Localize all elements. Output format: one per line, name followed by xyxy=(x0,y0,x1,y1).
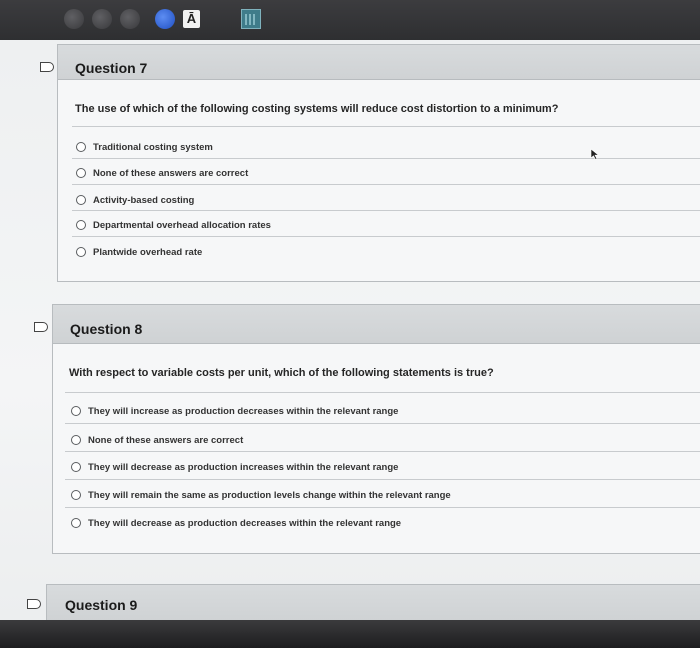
option-label: They will decrease as production decreas… xyxy=(88,517,402,529)
answer-option[interactable]: Activity-based costing xyxy=(76,192,194,208)
app-icon[interactable] xyxy=(120,9,140,29)
divider xyxy=(65,392,700,393)
option-label: They will decrease as production increas… xyxy=(88,461,399,473)
radio-button[interactable] xyxy=(71,462,81,472)
question-header: Question 8 xyxy=(53,305,700,344)
flag-question-icon[interactable] xyxy=(34,322,48,332)
divider xyxy=(65,507,700,508)
answer-option[interactable]: None of these answers are correct xyxy=(71,432,243,448)
mouse-cursor-icon xyxy=(590,148,600,160)
question-7-block: Question 7 The use of which of the follo… xyxy=(57,44,700,282)
radio-button[interactable] xyxy=(71,490,81,500)
screen-bezel xyxy=(0,620,700,648)
question-prompt: With respect to variable costs per unit,… xyxy=(69,367,494,379)
question-prompt: The use of which of the following costin… xyxy=(75,103,559,115)
radio-button[interactable] xyxy=(76,142,86,152)
divider xyxy=(72,126,700,127)
divider xyxy=(65,423,700,424)
divider xyxy=(72,158,700,159)
question-8-block: Question 8 With respect to variable cost… xyxy=(52,304,700,554)
option-label: Activity-based costing xyxy=(93,194,195,206)
answer-option[interactable]: None of these answers are correct xyxy=(76,165,248,181)
question-title: Question 9 xyxy=(65,597,138,613)
answer-option[interactable]: They will decrease as production decreas… xyxy=(71,515,401,531)
option-label: They will increase as production decreas… xyxy=(88,405,399,417)
divider xyxy=(72,236,700,237)
answer-option[interactable]: They will decrease as production increas… xyxy=(71,459,398,475)
question-header: Question 9 xyxy=(47,585,700,621)
divider xyxy=(72,184,700,185)
question-9-block: Question 9 xyxy=(46,584,700,621)
question-title: Question 7 xyxy=(75,60,148,76)
question-header: Question 7 xyxy=(58,45,700,80)
radio-button[interactable] xyxy=(71,518,81,528)
app-icon[interactable] xyxy=(92,9,112,29)
option-label: Traditional costing system xyxy=(93,141,213,153)
divider xyxy=(65,479,700,480)
flag-question-icon[interactable] xyxy=(27,599,41,609)
option-label: Plantwide overhead rate xyxy=(93,246,203,258)
option-label: Departmental overhead allocation rates xyxy=(93,219,271,231)
option-label: They will remain the same as production … xyxy=(88,489,451,501)
answer-option[interactable]: Departmental overhead allocation rates xyxy=(76,217,271,233)
question-title: Question 8 xyxy=(70,321,143,337)
blue-app-icon[interactable] xyxy=(155,9,175,29)
radio-button[interactable] xyxy=(76,168,86,178)
calculator-icon[interactable] xyxy=(241,9,261,29)
answer-option[interactable]: They will increase as production decreas… xyxy=(71,403,398,419)
answer-option[interactable]: They will remain the same as production … xyxy=(71,487,451,503)
divider xyxy=(65,451,700,452)
flag-question-icon[interactable] xyxy=(40,62,54,72)
app-icon[interactable] xyxy=(64,9,84,29)
radio-button[interactable] xyxy=(76,220,86,230)
text-a-icon[interactable]: Ā xyxy=(183,10,200,28)
radio-button[interactable] xyxy=(76,247,86,257)
radio-button[interactable] xyxy=(71,406,81,416)
radio-button[interactable] xyxy=(76,195,86,205)
option-label: None of these answers are correct xyxy=(88,434,244,446)
radio-button[interactable] xyxy=(71,435,81,445)
option-label: None of these answers are correct xyxy=(93,167,249,179)
divider xyxy=(72,210,700,211)
top-bar: Ā xyxy=(0,0,700,40)
answer-option[interactable]: Plantwide overhead rate xyxy=(76,244,202,260)
answer-option[interactable]: Traditional costing system xyxy=(76,139,213,155)
